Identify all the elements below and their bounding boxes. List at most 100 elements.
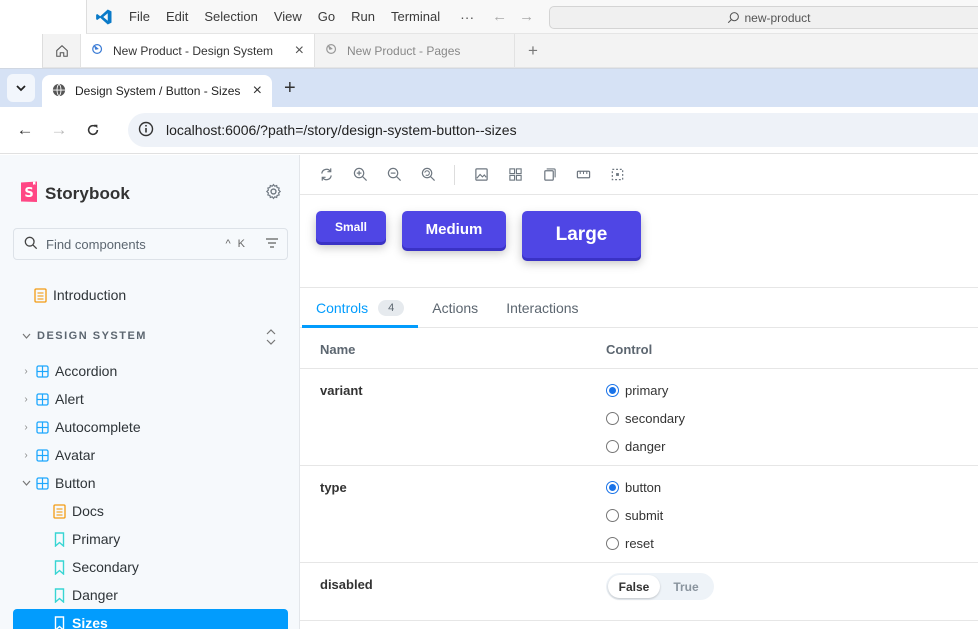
menu-terminal[interactable]: Terminal: [383, 0, 448, 34]
radio-option-submit[interactable]: submit: [606, 501, 663, 529]
tree-item-button[interactable]: Button: [0, 469, 300, 497]
control-name: disabled: [320, 577, 373, 592]
boolean-toggle-track: False True: [606, 573, 714, 600]
preview-icon: [91, 42, 105, 59]
new-tab-icon[interactable]: +: [515, 34, 551, 67]
menu-view[interactable]: View: [266, 0, 310, 34]
back-icon[interactable]: ←: [14, 119, 36, 141]
table-row-type: type button submit reset: [300, 466, 978, 563]
radio-option-danger[interactable]: danger: [606, 432, 685, 460]
viewport-icon[interactable]: [539, 165, 559, 185]
tree-item-avatar[interactable]: › Avatar: [0, 441, 300, 469]
demo-button-large[interactable]: Large: [522, 211, 641, 258]
editor-tab-design-system[interactable]: New Product - Design System ×: [81, 34, 315, 67]
tree-item-label: Accordion: [55, 363, 118, 379]
address-bar[interactable]: localhost:6006/?path=/story/design-syste…: [128, 113, 978, 147]
editor-tab-bar: New Product - Design System × New Produc…: [42, 34, 978, 68]
preview-toolbar: [300, 155, 978, 195]
tree-item-docs[interactable]: Docs: [0, 497, 300, 525]
radio-label: reset: [625, 535, 654, 551]
tree-item-accordion[interactable]: › Accordion: [0, 357, 300, 385]
tree-item-primary[interactable]: Primary: [0, 525, 300, 553]
toggle-true-option[interactable]: True: [660, 575, 712, 598]
tree-item-introduction[interactable]: Introduction: [0, 281, 300, 309]
storybook-brand[interactable]: S Storybook: [20, 181, 130, 206]
editor-tab-label: New Product - Design System: [113, 43, 274, 58]
type-radio-group: button submit reset: [606, 473, 663, 557]
tab-controls[interactable]: Controls 4: [302, 288, 419, 328]
component-icon: [36, 448, 49, 462]
radio-option-primary[interactable]: primary: [606, 376, 685, 404]
radio-option-reset[interactable]: reset: [606, 529, 663, 557]
count-badge: 4: [378, 299, 405, 316]
tree-item-secondary[interactable]: Secondary: [0, 553, 300, 581]
menu-run[interactable]: Run: [343, 0, 383, 34]
menu-file[interactable]: File: [121, 0, 158, 34]
menu-edit[interactable]: Edit: [158, 0, 196, 34]
bookmark-icon: [53, 587, 66, 603]
radio-option-button[interactable]: button: [606, 473, 663, 501]
demo-button-medium[interactable]: Medium: [402, 211, 506, 248]
zoom-out-icon[interactable]: [384, 165, 404, 185]
tree-item-alert[interactable]: › Alert: [0, 385, 300, 413]
filter-icon[interactable]: [265, 237, 279, 252]
radio-button[interactable]: [606, 536, 619, 550]
toggle-false-option[interactable]: False: [608, 575, 660, 598]
outline-icon[interactable]: [607, 165, 627, 185]
menu-go[interactable]: Go: [310, 0, 343, 34]
forward-arrow-icon[interactable]: →: [513, 8, 540, 25]
site-info-icon[interactable]: [138, 121, 154, 140]
remount-icon[interactable]: [316, 165, 336, 185]
back-arrow-icon[interactable]: ←: [486, 8, 513, 25]
storybook-brand-name: Storybook: [45, 183, 130, 203]
radio-label: submit: [625, 507, 664, 523]
column-header-control: Control: [606, 342, 653, 357]
component-icon: [36, 476, 49, 490]
more-menu-icon[interactable]: ···: [448, 9, 486, 25]
vscode-titlebar: File Edit Selection View Go Run Terminal…: [86, 0, 978, 34]
tree-item-autocomplete[interactable]: › Autocomplete: [0, 413, 300, 441]
background-image-icon[interactable]: [471, 165, 491, 185]
toolbar-divider: [454, 164, 455, 185]
forward-icon[interactable]: →: [48, 119, 70, 141]
command-center-search[interactable]: new-product: [549, 6, 978, 29]
expand-collapse-icon[interactable]: [266, 329, 276, 347]
gear-icon[interactable]: [265, 183, 282, 203]
table-row-variant: variant primary secondary danger: [300, 369, 978, 466]
radio-button[interactable]: [606, 480, 619, 494]
menu-selection[interactable]: Selection: [196, 0, 265, 34]
tree-item-sizes[interactable]: Sizes: [13, 609, 288, 629]
radio-button[interactable]: [606, 439, 619, 453]
section-header-design-system[interactable]: DESIGN SYSTEM: [22, 330, 147, 342]
storybook-main: Small Medium Large Controls 4 Actions In…: [300, 155, 978, 629]
tree-item-label: Button: [55, 475, 96, 491]
demo-button-small[interactable]: Small: [316, 211, 386, 242]
radio-button[interactable]: [606, 383, 619, 397]
radio-button[interactable]: [606, 411, 619, 425]
browser-tab-active[interactable]: Design System / Button - Sizes ×: [42, 75, 272, 107]
radio-option-secondary[interactable]: secondary: [606, 404, 685, 432]
zoom-reset-icon[interactable]: [418, 165, 438, 185]
component-icon: [36, 420, 49, 434]
story-canvas: Small Medium Large: [300, 195, 978, 288]
find-components-search[interactable]: Find components ^ K: [13, 228, 288, 260]
tab-interactions[interactable]: Interactions: [492, 288, 592, 327]
bookmark-icon: [53, 531, 66, 547]
tab-search-dropdown-icon[interactable]: [7, 74, 35, 102]
grid-icon[interactable]: [505, 165, 525, 185]
search-icon: [728, 12, 740, 24]
close-icon[interactable]: ×: [295, 42, 304, 60]
measure-icon[interactable]: [573, 165, 593, 185]
tab-actions[interactable]: Actions: [418, 288, 492, 327]
reload-icon[interactable]: [82, 119, 104, 141]
radio-button[interactable]: [606, 508, 619, 522]
zoom-in-icon[interactable]: [350, 165, 370, 185]
editor-tab-pages[interactable]: New Product - Pages: [315, 34, 515, 67]
boolean-toggle: False True: [606, 573, 714, 600]
home-icon[interactable]: [43, 34, 81, 67]
new-tab-icon[interactable]: +: [284, 77, 296, 100]
search-shortcut: ^ K: [225, 238, 247, 250]
tree-item-danger[interactable]: Danger: [0, 581, 300, 609]
url-text: localhost:6006/?path=/story/design-syste…: [166, 122, 517, 138]
close-tab-icon[interactable]: ×: [253, 82, 262, 100]
